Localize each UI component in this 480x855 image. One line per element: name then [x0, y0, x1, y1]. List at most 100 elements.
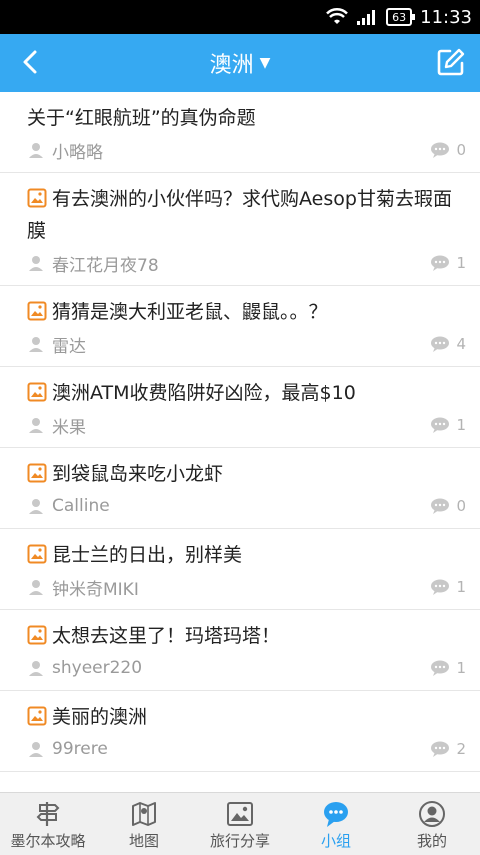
- post-title: 有去澳洲的小伙伴吗？求代购Aesop甘菊去瑕面膜: [27, 183, 466, 247]
- post-author: 春江花月夜78: [52, 255, 159, 276]
- comment-bubble-icon: [431, 336, 450, 352]
- image-icon: [27, 544, 47, 564]
- tab-label: 旅行分享: [209, 832, 270, 850]
- post-title-text: 有去澳洲的小伙伴吗？求代购Aesop甘菊去瑕面膜: [27, 188, 452, 242]
- comment-count-value: 0: [456, 497, 466, 515]
- comment-count: 0: [430, 141, 466, 159]
- comment-count: 0: [430, 497, 466, 515]
- image-icon: [27, 301, 47, 321]
- comment-bubble-icon: [431, 579, 450, 595]
- tab-profile[interactable]: 我的: [384, 793, 480, 855]
- battery-level: 63: [392, 10, 407, 24]
- list-item[interactable]: 关于“红眼航班”的真伪命题 小略略 0: [0, 92, 480, 173]
- image-icon: [27, 625, 47, 645]
- list-item[interactable]: 美丽的澳洲 99rere 2: [0, 691, 480, 772]
- profile-icon: [419, 801, 445, 827]
- comment-bubble-icon: [431, 255, 450, 271]
- post-title-text: 到袋鼠岛来吃小龙虾: [52, 463, 224, 485]
- list-item[interactable]: 太想去这里了！玛塔玛塔！ shyeer220 1: [0, 610, 480, 691]
- post-title-text: 关于“红眼航班”的真伪命题: [27, 107, 256, 129]
- signpost-icon: [36, 802, 60, 826]
- list-item[interactable]: 澳洲ATM收费陷阱好凶险，最高$10 米果 1: [0, 367, 480, 448]
- post-title-text: 澳洲ATM收费陷阱好凶险，最高$10: [52, 382, 356, 404]
- tab-melbourne-guide[interactable]: 墨尔本攻略: [0, 793, 96, 855]
- tab-label: 地图: [128, 832, 159, 850]
- post-author: Calline: [52, 496, 110, 516]
- comment-bubble-icon: [431, 498, 450, 514]
- post-title: 昆士兰的日出，别样美: [27, 539, 466, 571]
- comment-count: 1: [430, 416, 466, 434]
- comment-bubble-icon: [431, 741, 450, 757]
- user-icon: [29, 337, 43, 352]
- post-title: 关于“红眼航班”的真伪命题: [27, 102, 466, 134]
- comment-count-value: 1: [456, 254, 466, 272]
- image-icon: [27, 463, 47, 483]
- post-title: 太想去这里了！玛塔玛塔！: [27, 620, 466, 652]
- user-icon: [29, 256, 43, 271]
- post-title: 猜猜是澳大利亚老鼠、鼹鼠。。？: [27, 296, 466, 328]
- post-author: shyeer220: [52, 658, 143, 678]
- comment-count: 1: [430, 659, 466, 677]
- comment-count-value: 1: [456, 659, 466, 677]
- list-item[interactable]: 到袋鼠岛来吃小龙虾 Calline 0: [0, 448, 480, 529]
- user-icon: [29, 499, 43, 514]
- compose-button[interactable]: [434, 45, 468, 79]
- list-item[interactable]: 猜猜是澳大利亚老鼠、鼹鼠。。？ 雷达 4: [0, 286, 480, 367]
- status-bar: 63 11:33: [0, 0, 480, 34]
- post-title: 澳洲ATM收费陷阱好凶险，最高$10: [27, 377, 466, 409]
- comment-count: 2: [430, 740, 466, 758]
- image-icon: [27, 188, 47, 208]
- chevron-left-icon: [23, 50, 37, 74]
- clock: 11:33: [420, 6, 472, 28]
- user-icon: [29, 742, 43, 757]
- post-list[interactable]: 关于“红眼航班”的真伪命题 小略略 0 有去澳洲的小伙伴吗？求代购Aesop甘菊…: [0, 92, 480, 792]
- post-meta: Calline 0: [27, 494, 466, 518]
- image-icon: [27, 382, 47, 402]
- comment-count-value: 2: [456, 740, 466, 758]
- bottom-tab-bar: 墨尔本攻略 地图 旅行分享 小组 我的: [0, 792, 480, 855]
- image-icon: [27, 706, 47, 726]
- post-title-text: 昆士兰的日出，别样美: [52, 544, 243, 566]
- compose-icon: [437, 48, 465, 76]
- post-meta: 春江花月夜78 1: [27, 251, 466, 276]
- post-author: 99rere: [52, 739, 108, 759]
- post-meta: 小略略 0: [27, 138, 466, 163]
- post-meta: shyeer220 1: [27, 656, 466, 680]
- user-icon: [29, 661, 43, 676]
- post-title: 到袋鼠岛来吃小龙虾: [27, 458, 466, 490]
- post-meta: 米果 1: [27, 413, 466, 438]
- chat-bubble-icon: [324, 802, 348, 827]
- comment-count: 1: [430, 254, 466, 272]
- post-meta: 钟米奇MIKI 1: [27, 575, 466, 600]
- comment-count-value: 1: [456, 578, 466, 596]
- comment-bubble-icon: [431, 660, 450, 676]
- tab-label: 我的: [416, 832, 447, 850]
- post-title-text: 太想去这里了！玛塔玛塔！: [52, 625, 281, 647]
- post-author: 小略略: [52, 142, 103, 163]
- post-meta: 雷达 4: [27, 332, 466, 357]
- comment-count-value: 1: [456, 416, 466, 434]
- tab-map[interactable]: 地图: [96, 793, 192, 855]
- list-item[interactable]: 有去澳洲的小伙伴吗？求代购Aesop甘菊去瑕面膜 春江花月夜78 1: [0, 173, 480, 286]
- top-app-bar: 澳洲 ▼: [0, 34, 480, 92]
- user-icon: [29, 143, 43, 158]
- post-author: 米果: [52, 417, 86, 438]
- back-button[interactable]: [14, 46, 46, 78]
- tab-label: 墨尔本攻略: [10, 832, 86, 850]
- tab-groups[interactable]: 小组: [288, 793, 384, 855]
- post-author: 雷达: [52, 336, 86, 357]
- comment-count-value: 0: [456, 141, 466, 159]
- page-title-label: 澳洲: [209, 53, 254, 78]
- post-meta: 99rere 2: [27, 737, 466, 761]
- user-icon: [29, 418, 43, 433]
- list-item[interactable]: 昆士兰的日出，别样美 钟米奇MIKI 1: [0, 529, 480, 610]
- status-icons: 63 11:33: [326, 4, 472, 30]
- caret-down-icon: ▼: [259, 55, 271, 71]
- page-title[interactable]: 澳洲 ▼: [0, 34, 480, 92]
- user-icon: [29, 580, 43, 595]
- tab-travel-share[interactable]: 旅行分享: [192, 793, 288, 855]
- comment-bubble-icon: [431, 142, 450, 158]
- post-author: 钟米奇MIKI: [52, 579, 139, 600]
- tab-label: 小组: [320, 832, 351, 850]
- photo-icon: [227, 802, 253, 826]
